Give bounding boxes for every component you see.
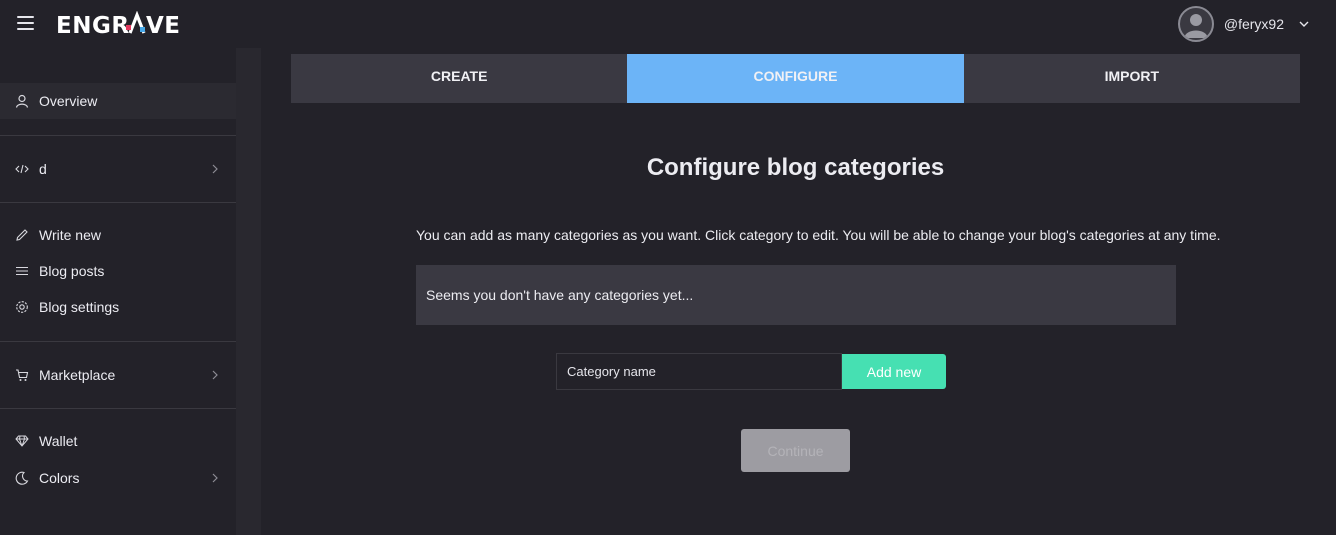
sidebar-item-write-new[interactable]: Write new [0, 217, 236, 253]
sidebar-item-label: Marketplace [39, 367, 116, 383]
user-menu[interactable]: @feryx92 [1177, 6, 1310, 42]
sidebar-item-label: Overview [39, 93, 98, 109]
cart-icon [15, 368, 29, 382]
sidebar-item-blog-settings[interactable]: Blog settings [0, 289, 236, 325]
code-icon [15, 162, 29, 176]
pencil-icon [15, 228, 29, 242]
sidebar-item-colors[interactable]: Colors [0, 460, 236, 496]
chevron-down-icon[interactable] [1298, 18, 1310, 30]
sidebar-item-label: Colors [39, 470, 80, 486]
diamond-icon [15, 434, 29, 448]
category-name-input[interactable] [556, 353, 842, 390]
moon-icon [15, 471, 29, 485]
divider [0, 408, 236, 409]
sidebar: Overview d Write new Blog posts Blog set… [0, 48, 236, 535]
divider [0, 341, 236, 342]
svg-text:VE: VE [146, 13, 181, 37]
sidebar-item-d[interactable]: d [0, 151, 236, 187]
sidebar-item-wallet[interactable]: Wallet [0, 423, 236, 459]
user-avatar-icon[interactable] [1177, 6, 1214, 42]
user-icon [15, 94, 29, 108]
engrave-logo[interactable]: ENGR VE [56, 11, 208, 37]
sidebar-item-label: Blog posts [39, 263, 105, 279]
sidebar-item-overview[interactable]: Overview [0, 83, 236, 119]
page-title: Configure blog categories [646, 154, 945, 181]
chevron-right-icon [212, 164, 218, 174]
divider [0, 135, 236, 136]
add-new-button[interactable]: Add new [842, 354, 946, 389]
sidebar-item-blog-posts[interactable]: Blog posts [0, 253, 236, 289]
tab-create[interactable]: CREATE [291, 54, 628, 103]
continue-button[interactable]: Continue [741, 429, 850, 472]
sidebar-item-label: Blog settings [39, 299, 120, 315]
list-icon [15, 264, 29, 278]
page-description: You can add as many categories as you wa… [416, 227, 1221, 243]
hamburger-icon[interactable] [17, 16, 35, 30]
sidebar-item-marketplace[interactable]: Marketplace [0, 357, 236, 393]
tab-import[interactable]: IMPORT [963, 54, 1300, 103]
svg-text:ENGR: ENGR [56, 13, 130, 37]
sidebar-item-label: d [39, 161, 47, 177]
sidebar-scrollbar[interactable] [236, 48, 261, 535]
tab-configure[interactable]: CONFIGURE [627, 54, 964, 103]
username[interactable]: @feryx92 [1224, 16, 1284, 32]
categories-empty-state: Seems you don't have any categories yet.… [416, 265, 1176, 325]
sidebar-item-label: Wallet [39, 433, 78, 449]
add-category-form: Add new [556, 353, 946, 390]
chevron-right-icon [212, 370, 218, 380]
top-bar: ENGR VE @feryx92 [0, 0, 1336, 48]
divider [0, 202, 236, 203]
gear-icon [15, 300, 29, 314]
sidebar-item-label: Write new [39, 227, 101, 243]
empty-message: Seems you don't have any categories yet.… [426, 287, 694, 303]
chevron-right-icon [212, 473, 218, 483]
wizard-tabs: CREATE CONFIGURE IMPORT [291, 54, 1300, 103]
